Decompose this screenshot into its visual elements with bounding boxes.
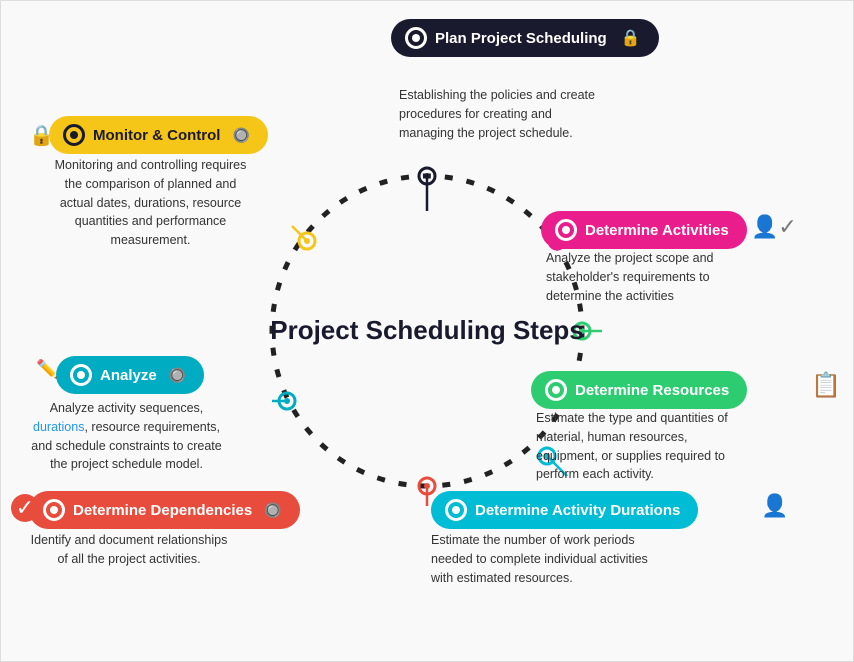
- badge-activities-label: Determine Activities: [585, 222, 729, 239]
- monitor-circle-icon: [63, 124, 85, 146]
- dependencies-circle-icon: [43, 499, 65, 521]
- badge-durations-label: Determine Activity Durations: [475, 502, 680, 519]
- desc-durations: Estimate the number of work periods need…: [431, 531, 651, 587]
- resources-circle-icon: [545, 379, 567, 401]
- badge-resources: Determine Resources: [531, 371, 747, 409]
- badge-plan: Plan Project Scheduling 🔒: [391, 19, 659, 57]
- badge-monitor-label: Monitor & Control: [93, 127, 220, 144]
- desc-activities: Analyze the project scope and stakeholde…: [546, 249, 751, 305]
- analyze-pencil-icon: ✏️: [36, 359, 58, 380]
- plan-circle-icon: [405, 27, 427, 49]
- badge-durations: Determine Activity Durations: [431, 491, 698, 529]
- analyze-right-icon: 🔘: [169, 367, 186, 384]
- lock-icon: 🔒: [621, 28, 641, 48]
- badge-analyze-label: Analyze: [100, 367, 157, 384]
- monitor-lock-icon: 🔒: [29, 123, 54, 148]
- analyze-desc-text: Analyze activity sequences, durations, r…: [31, 401, 221, 471]
- desc-plan: Establishing the policies and create pro…: [399, 86, 609, 142]
- desc-dependencies: Identify and document relationships of a…: [29, 531, 229, 569]
- person-icon-durations: 👤: [761, 493, 788, 519]
- desc-resources: Estimate the type and quantities of mate…: [536, 409, 746, 484]
- doc-icon: 📋: [811, 371, 841, 400]
- monitor-right-icon: 🔘: [232, 127, 249, 144]
- analyze-circle-icon: [70, 364, 92, 386]
- badge-monitor: Monitor & Control 🔘: [49, 116, 268, 154]
- badge-analyze: Analyze 🔘: [56, 356, 204, 394]
- badge-activities: Determine Activities: [541, 211, 747, 249]
- durations-circle-icon: [445, 499, 467, 521]
- badge-plan-label: Plan Project Scheduling: [435, 30, 607, 47]
- person-icon-activities: 👤✓: [751, 214, 797, 240]
- badge-dependencies-label: Determine Dependencies: [73, 502, 252, 519]
- check-icon-dependencies: ✓: [11, 494, 39, 522]
- dependencies-right-icon: 🔘: [264, 502, 281, 519]
- activities-circle-icon: [555, 219, 577, 241]
- main-container: Project Scheduling Steps Plan Project Sc…: [0, 0, 854, 662]
- desc-monitor: Monitoring and controlling requires the …: [53, 156, 248, 250]
- badge-dependencies: Determine Dependencies 🔘: [29, 491, 300, 529]
- desc-analyze: Analyze activity sequences, durations, r…: [29, 399, 224, 474]
- badge-resources-label: Determine Resources: [575, 382, 729, 399]
